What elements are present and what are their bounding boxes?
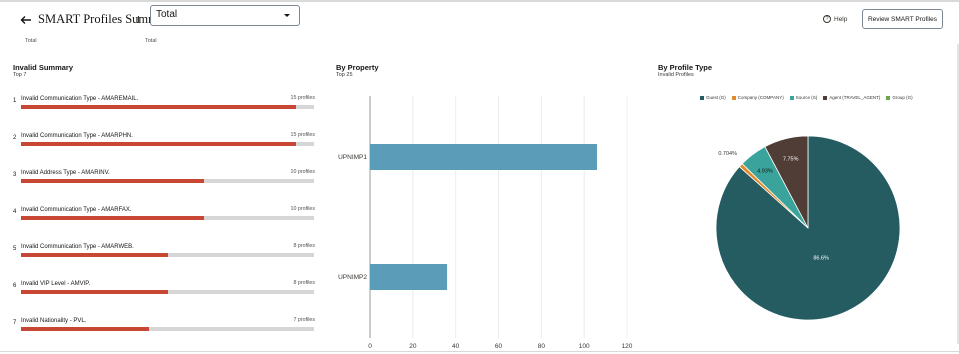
- x-tick-label: 0: [368, 343, 372, 350]
- progress-fill: [21, 105, 296, 109]
- pie-data-label: 4.93%: [757, 169, 773, 175]
- list-item-label: Invalid VIP Level - AMVIP.: [21, 281, 91, 287]
- progress-fill: [21, 142, 296, 146]
- y-tick-label: UPNIMP2: [338, 274, 367, 281]
- sub-label-left: Total: [25, 38, 37, 44]
- by-property-chart: 0 20 40 60 80 100 120 UPNIMP1 UPNIMP2: [338, 96, 633, 350]
- list-item-count: 8 profiles: [293, 243, 316, 249]
- list-item-rank: 7: [13, 320, 17, 326]
- by-property-title: By Property: [336, 63, 379, 72]
- list-item-rank: 6: [13, 283, 17, 289]
- list-item[interactable]: 1 Invalid Communication Type - AMAREMAIL.…: [13, 95, 315, 117]
- list-item-count: 10 profiles: [290, 206, 315, 212]
- list-item[interactable]: 2 Invalid Communication Type - AMARPHN. 15…: [13, 132, 315, 154]
- top-border: [0, 0, 959, 2]
- list-item-count: 10 profiles: [290, 169, 315, 175]
- list-item-rank: 2: [13, 135, 17, 141]
- list-item-count: 15 profiles: [290, 95, 315, 101]
- list-item-label: Invalid Communication Type - AMAREMAIL.: [21, 96, 139, 102]
- list-item-label: Invalid Communication Type - AMARFAX.: [21, 207, 132, 213]
- progress-fill: [21, 216, 205, 220]
- progress-track: [21, 253, 314, 257]
- list-item-rank: 3: [13, 172, 17, 178]
- invalid-summary-subtitle: Top 7: [13, 72, 27, 78]
- list-item-rank: 4: [13, 209, 17, 215]
- list-item[interactable]: 4 Invalid Communication Type - AMARFAX. 10…: [13, 206, 315, 228]
- chevron-down-icon: [284, 14, 290, 17]
- x-tick-label: 100: [579, 343, 590, 350]
- view-select[interactable]: Total: [150, 5, 300, 26]
- help-label: Help: [834, 15, 848, 23]
- progress-fill: [21, 253, 168, 257]
- list-item-label: Invalid Address Type - AMARINV.: [21, 170, 110, 176]
- x-tick-label: 20: [409, 343, 417, 350]
- pie-data-label: 0.704%: [718, 151, 737, 157]
- help-icon: ?: [823, 15, 831, 23]
- list-item-count: 8 profiles: [293, 280, 316, 286]
- pie-data-label: 7.75%: [783, 156, 799, 162]
- sub-label-right: Total: [145, 38, 157, 44]
- progress-fill: [21, 327, 150, 331]
- list-item-label: Invalid Communication Type - AMARPHN.: [21, 133, 133, 139]
- invalid-summary-title: Invalid Summary: [13, 63, 74, 72]
- help-link[interactable]: ? Help: [823, 15, 847, 23]
- list-item[interactable]: 5 Invalid Communication Type - AMARWEB. 8 …: [13, 243, 315, 265]
- list-item[interactable]: 3 Invalid Address Type - AMARINV. 10 profi…: [13, 169, 315, 191]
- x-tick-label: 120: [622, 343, 633, 350]
- list-item-label: Invalid Communication Type - AMARWEB.: [21, 244, 134, 250]
- progress-track: [21, 290, 314, 294]
- bar: [370, 144, 598, 170]
- progress-track: [21, 327, 314, 331]
- progress-track: [21, 179, 314, 183]
- progress-fill: [21, 179, 205, 183]
- list-item-count: 15 profiles: [290, 132, 315, 138]
- bar: [370, 264, 448, 290]
- list-item[interactable]: 6 Invalid VIP Level - AMVIP. 8 profiles: [13, 280, 315, 302]
- pie-data-label: 86.6%: [813, 255, 829, 261]
- list-item-count: 7 profiles: [293, 317, 316, 323]
- profile-type-pie-chart: 86.6% 0.704% 4.93% 7.75%: [715, 135, 901, 321]
- by-profile-type-title: By Profile Type: [658, 63, 713, 72]
- progress-fill: [21, 290, 168, 294]
- page: SMART Profiles Summary I Total Total Tot…: [0, 0, 959, 354]
- list-item-label: Invalid Nationality - PVL.: [21, 318, 87, 324]
- progress-track: [21, 216, 314, 220]
- review-smart-profiles-button[interactable]: Review SMART Profiles: [862, 9, 943, 29]
- x-tick-label: 60: [495, 343, 503, 350]
- y-tick-label: UPNIMP1: [338, 154, 367, 161]
- by-profile-type-subtitle: Invalid Profiles: [658, 72, 694, 78]
- x-tick-label: 80: [538, 343, 546, 350]
- view-select-value: Total: [156, 9, 178, 20]
- text-cursor-icon: I: [137, 15, 140, 26]
- progress-track: [21, 105, 314, 109]
- list-item-rank: 1: [13, 98, 17, 104]
- back-arrow-icon[interactable]: [19, 13, 33, 27]
- list-item[interactable]: 7 Invalid Nationality - PVL. 7 profiles: [13, 317, 315, 339]
- by-property-subtitle: Top 25: [336, 72, 353, 78]
- progress-track: [21, 142, 314, 146]
- x-tick-label: 40: [452, 343, 460, 350]
- list-item-rank: 5: [13, 246, 17, 252]
